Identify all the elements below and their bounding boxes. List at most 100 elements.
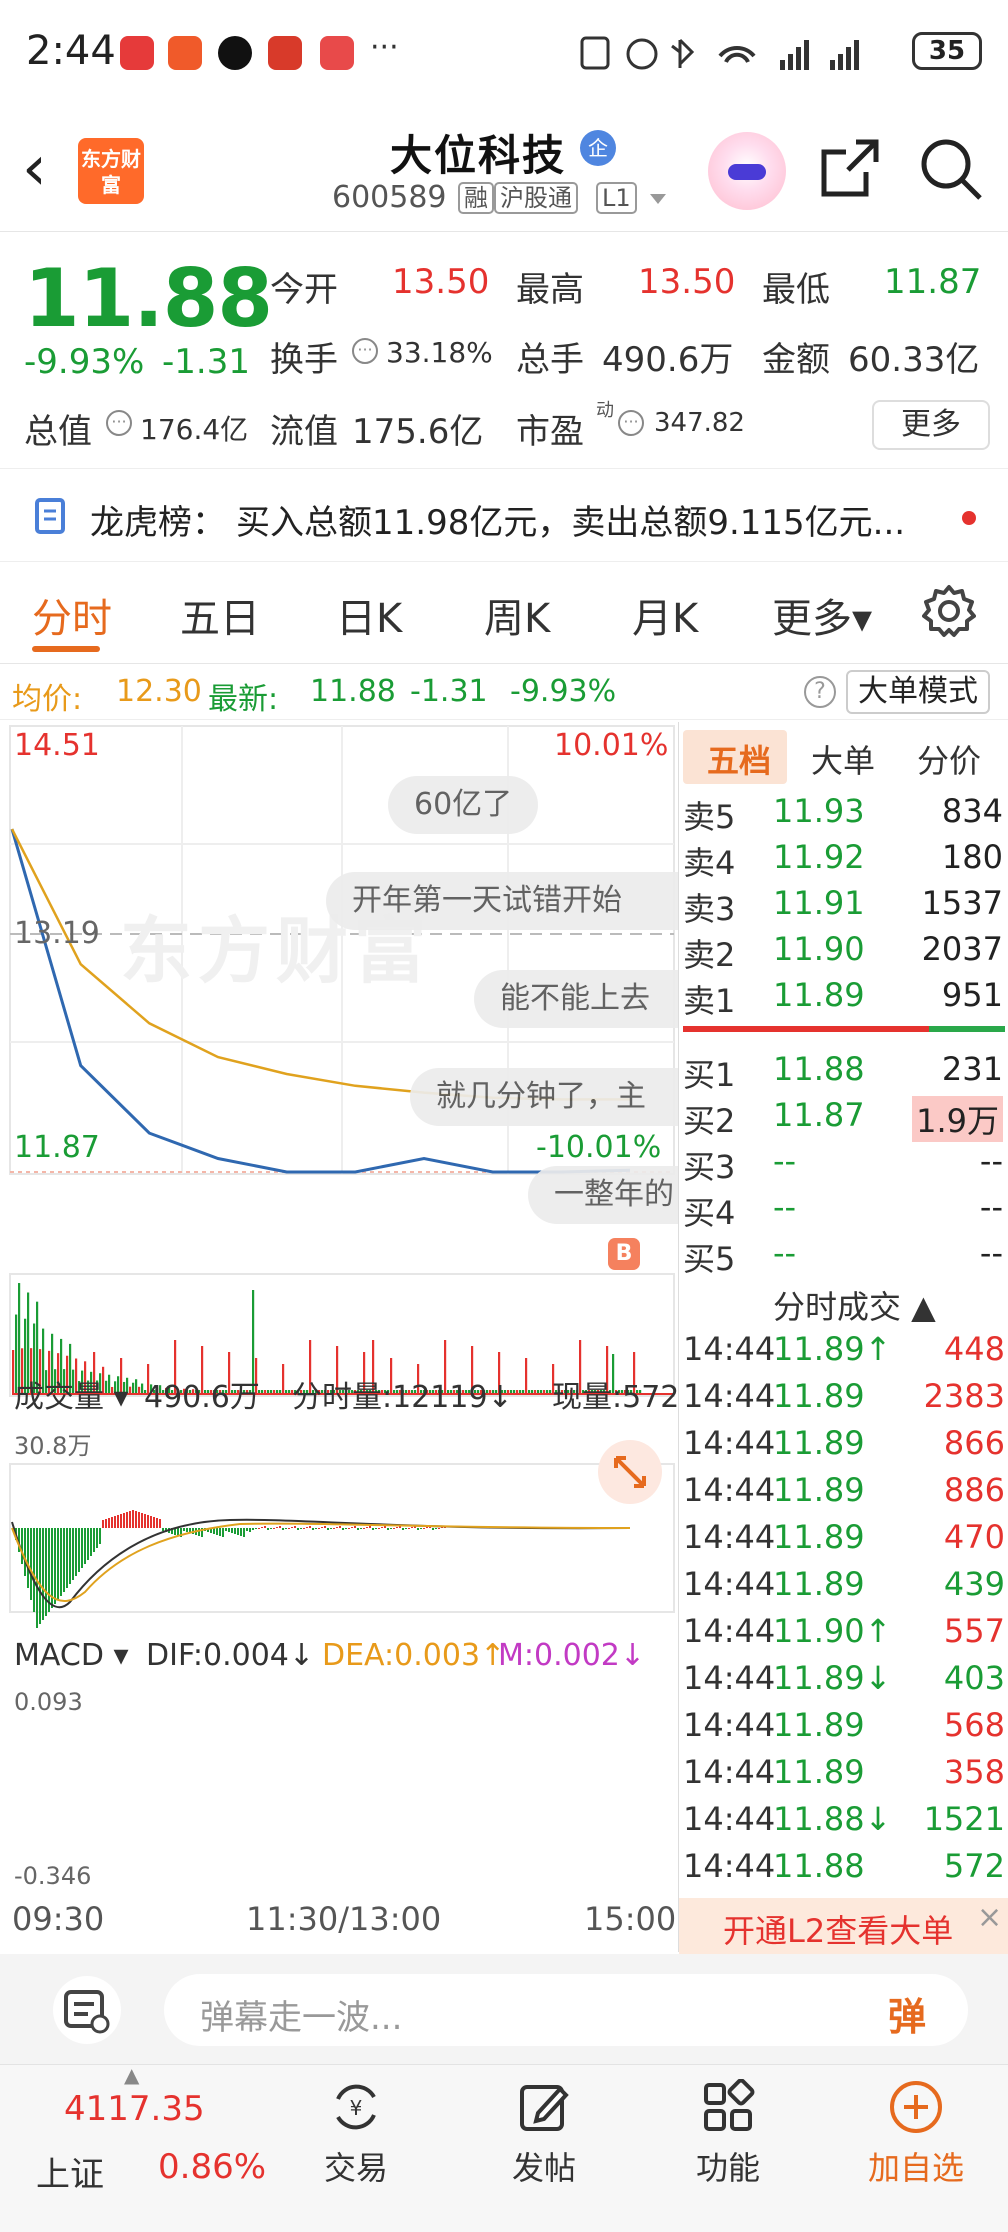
trade-price: 11.89 — [773, 1753, 865, 1791]
macd-bar — [396, 1527, 398, 1528]
danmu-toggle-icon[interactable]: 弹 — [888, 1986, 926, 2041]
macd-bar — [102, 1520, 104, 1528]
buy-level-label: 买4 — [683, 1194, 736, 1232]
gear-icon[interactable] — [922, 584, 976, 638]
tab-price-dist[interactable]: 分价 — [917, 736, 981, 782]
trade-price: 11.89 — [773, 1424, 865, 1462]
sell-level-volume: 834 — [941, 792, 1003, 830]
macd-bar — [138, 1512, 140, 1528]
info-icon[interactable]: ··· — [106, 410, 132, 436]
macd-bar — [291, 1527, 293, 1528]
l2-banner-text: 开通L2查看大单 — [723, 1912, 954, 1950]
close-icon[interactable]: × — [977, 1900, 1002, 1935]
expand-up-icon[interactable]: ▲ — [124, 2063, 139, 2087]
nav-trade[interactable]: ¥ 交易 — [286, 2079, 426, 2189]
amount-label: 金额 — [762, 340, 830, 380]
tab-five-day[interactable]: 五日 — [180, 586, 260, 644]
sell-level-row[interactable]: 卖1 11.89 951 — [679, 976, 1008, 1022]
trade-price: 11.89↓ — [773, 1659, 892, 1697]
macd-bar — [231, 1528, 233, 1533]
dragon-tiger-bar[interactable]: 龙虎榜： 买入总额11.98亿元，卖出总额9.115亿元... — [0, 468, 1008, 562]
low-value: 11.87 — [884, 262, 982, 302]
danmu-input[interactable]: 弹幕走一波... 弹 — [164, 1974, 968, 2046]
sell-level-price: 11.91 — [773, 884, 865, 922]
big-order-mode-button[interactable]: 大单模式 — [846, 670, 990, 714]
sell-level-row[interactable]: 卖2 11.90 2037 — [679, 930, 1008, 976]
macd-bar — [156, 1518, 158, 1528]
macd-bar — [114, 1516, 116, 1528]
buy-level-row[interactable]: 买1 11.88 231 — [679, 1050, 1008, 1096]
nav-add-watchlist[interactable]: 加自选 — [846, 2079, 986, 2189]
trades-title[interactable]: 分时成交 ▲ — [773, 1282, 936, 1328]
macd-bar — [324, 1526, 326, 1528]
dea-line — [11, 1522, 631, 1602]
tab-daily-k[interactable]: 日K — [336, 586, 402, 644]
unread-dot — [962, 511, 976, 525]
volume-selector[interactable]: 成交量 ▾ — [14, 1372, 129, 1416]
volume-bar — [525, 1358, 528, 1394]
macd-bar — [294, 1526, 296, 1528]
volume-bar — [135, 1379, 138, 1394]
l2-banner[interactable]: 开通L2查看大单 × — [679, 1898, 1008, 1954]
tab-five-levels[interactable]: 五档 — [707, 736, 771, 782]
search-icon[interactable] — [918, 136, 984, 202]
info-icon[interactable]: ··· — [352, 338, 378, 364]
macd-bar — [63, 1528, 65, 1592]
app-logo[interactable]: 东方财富 — [78, 138, 144, 204]
tab-intraday[interactable]: 分时 — [32, 586, 112, 644]
intraday-chart[interactable]: 东方财富 14.51 10.01% 13.19 11.87 -10.01% 60… — [0, 722, 678, 1954]
share-icon[interactable] — [818, 136, 882, 200]
nav-functions[interactable]: 功能 — [658, 2079, 798, 2189]
chevron-down-icon[interactable] — [648, 192, 668, 208]
sell-level-row[interactable]: 卖3 11.91 1537 — [679, 884, 1008, 930]
app-notification-icon — [120, 36, 154, 70]
volume-bar — [282, 1364, 285, 1394]
tab-monthly-k[interactable]: 月K — [632, 586, 698, 644]
notes-icon[interactable] — [44, 1974, 130, 2046]
buy-level-row[interactable]: 买5 -- -- — [679, 1234, 1008, 1280]
macd-bars — [11, 1510, 631, 1628]
expand-icon[interactable] — [596, 1438, 664, 1506]
sell-level-row[interactable]: 卖5 11.93 834 — [679, 792, 1008, 838]
info-icon[interactable]: ··· — [618, 410, 644, 436]
latest-change: -1.31 — [410, 674, 488, 709]
trade-row: 14:44 11.89 886 — [679, 1471, 1008, 1517]
buy-level-row[interactable]: 买4 -- -- — [679, 1188, 1008, 1234]
more-button[interactable]: 更多 — [872, 400, 990, 450]
high-label: 最高 — [516, 270, 584, 310]
buy-level-row[interactable]: 买3 -- -- — [679, 1142, 1008, 1188]
sell-level-row[interactable]: 卖4 11.92 180 — [679, 838, 1008, 884]
trade-time: 14:44 — [683, 1612, 776, 1650]
quote-panel: 11.88 -9.93% -1.31 今开 13.50 最高 13.50 最低 … — [0, 232, 1008, 462]
index-value[interactable]: 4117.35 — [64, 2089, 205, 2129]
trade-time: 14:44 — [683, 1330, 776, 1368]
macd-bar — [24, 1528, 26, 1576]
app-notification-icon — [168, 36, 202, 70]
macd-bar — [219, 1528, 221, 1536]
back-button[interactable]: ‹ — [22, 137, 47, 199]
buy-level-price: -- — [773, 1142, 797, 1180]
buy-level-row[interactable]: 买2 11.87 1.9万 — [679, 1096, 1008, 1142]
amount-value: 60.33亿 — [848, 340, 980, 380]
trade-time: 14:44 — [683, 1424, 776, 1462]
macd-bar — [21, 1528, 23, 1564]
nav-post[interactable]: 发帖 — [474, 2079, 614, 2189]
tab-big-orders[interactable]: 大单 — [811, 736, 875, 782]
help-icon[interactable]: ? — [804, 676, 836, 708]
ai-assistant-avatar[interactable] — [708, 132, 786, 210]
macd-bar — [309, 1526, 311, 1528]
tab-more[interactable]: 更多▾ — [772, 586, 872, 644]
buy-marker-icon[interactable]: B — [608, 1238, 640, 1270]
tag-margin: 融 — [458, 182, 494, 214]
macd-selector[interactable]: MACD ▾ — [14, 1638, 129, 1673]
low-label: 最低 — [762, 270, 830, 310]
high-value: 13.50 — [638, 262, 736, 302]
nav-trade-label: 交易 — [323, 2149, 388, 2187]
macd-bar — [354, 1526, 356, 1528]
trade-time: 14:44 — [683, 1753, 776, 1791]
buy-level-label: 买5 — [683, 1240, 736, 1278]
nav-functions-label: 功能 — [695, 2149, 760, 2187]
sell-level-volume: 180 — [941, 838, 1003, 876]
tab-weekly-k[interactable]: 周K — [484, 586, 550, 644]
macd-bar — [264, 1526, 266, 1528]
